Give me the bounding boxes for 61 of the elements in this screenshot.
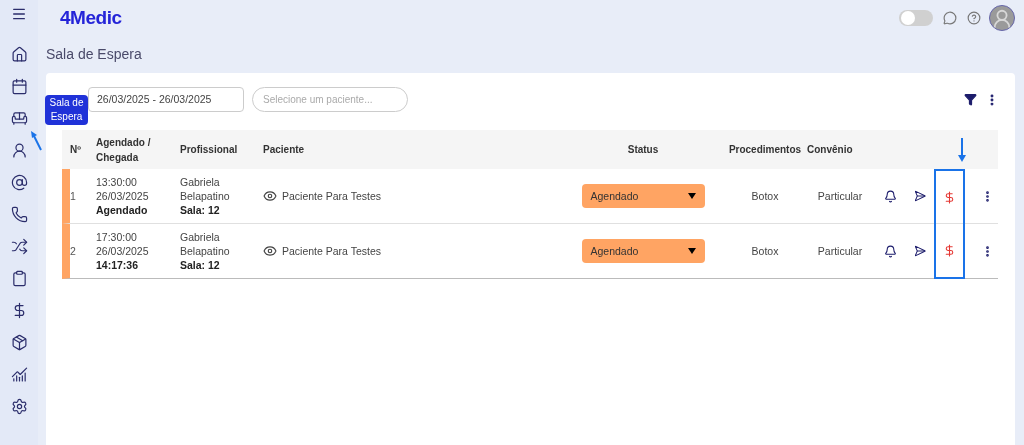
- date-range-field[interactable]: 26/03/2025 - 26/03/2025: [88, 87, 244, 112]
- chart-icon[interactable]: [10, 366, 28, 383]
- table-cell-text: Gabriela Belapatino: [180, 230, 231, 258]
- eye-icon[interactable]: [263, 244, 277, 258]
- caret-icon: [687, 193, 696, 199]
- sofa-icon[interactable]: [10, 110, 28, 127]
- table-cell-text: Agendado: [96, 203, 149, 217]
- shuffle-icon[interactable]: [10, 238, 28, 255]
- page-title: Sala de Espera: [46, 45, 143, 64]
- status-dropdown[interactable]: Agendado: [581, 239, 705, 263]
- tooltip: Sala de Espera: [45, 95, 88, 125]
- table-cell-text: 14:17:36: [96, 258, 140, 272]
- bell-icon[interactable]: [884, 244, 897, 258]
- column-header: Nº: [70, 143, 82, 157]
- help-icon[interactable]: [967, 11, 981, 25]
- table-cell-text: 1: [70, 189, 77, 203]
- table-cell-text: Particular: [816, 244, 864, 258]
- toggle-switch[interactable]: [899, 10, 933, 26]
- phone-icon[interactable]: [10, 206, 28, 223]
- table-cell-text: 13:30:00: [96, 175, 138, 189]
- status-dropdown[interactable]: Agendado: [581, 184, 705, 208]
- table-cell-text: Gabriela Belapatino: [180, 175, 231, 203]
- table-cell-text: 2: [70, 244, 77, 258]
- at-sign-icon[interactable]: [10, 174, 28, 191]
- payment-icon[interactable]: [943, 243, 956, 257]
- column-header: Paciente: [263, 143, 306, 157]
- home-icon[interactable]: [10, 46, 28, 63]
- filter-icon[interactable]: [964, 93, 977, 106]
- payment-icon[interactable]: [943, 190, 956, 204]
- settings-icon[interactable]: [10, 398, 28, 415]
- table-cell-text: Sala: 12: [180, 258, 221, 272]
- user-icon[interactable]: [10, 142, 28, 159]
- column-header: Procedimentos: [727, 143, 803, 157]
- box-icon[interactable]: [10, 334, 28, 351]
- caret-icon: [687, 248, 696, 254]
- column-header: Convênio: [807, 143, 854, 157]
- pointer-arrow: [31, 131, 43, 151]
- table-cell-text: Sala: 12: [180, 203, 221, 217]
- table-cell-text: 26/03/2025: [96, 189, 150, 203]
- table-cell-text: Particular: [816, 189, 864, 203]
- table-cell-text: Botox: [750, 244, 780, 258]
- table-cell-text: Botox: [750, 189, 780, 203]
- chat-icon[interactable]: [943, 11, 957, 25]
- bell-icon[interactable]: [884, 189, 897, 203]
- patient-link[interactable]: Paciente Para Testes: [282, 244, 382, 258]
- clipboard-icon[interactable]: [10, 270, 28, 287]
- table-cell-text: 17:30:00: [96, 230, 138, 244]
- send-icon[interactable]: [912, 190, 924, 202]
- column-header: Status: [626, 143, 660, 157]
- column-header: Agendado / Chegada: [96, 135, 152, 165]
- annotation-arrow: [957, 137, 966, 162]
- patient-link[interactable]: Paciente Para Testes: [282, 189, 382, 203]
- eye-icon[interactable]: [263, 189, 277, 203]
- menu-button[interactable]: [11, 6, 27, 22]
- logo: 4Medic: [60, 5, 122, 30]
- column-header: Profissional: [180, 143, 239, 157]
- patient-search-field[interactable]: Selecione um paciente...: [252, 87, 408, 112]
- send-icon[interactable]: [912, 245, 924, 257]
- table-cell-text: 26/03/2025: [96, 244, 150, 258]
- calendar-icon[interactable]: [10, 78, 28, 95]
- avatar[interactable]: [989, 5, 1015, 31]
